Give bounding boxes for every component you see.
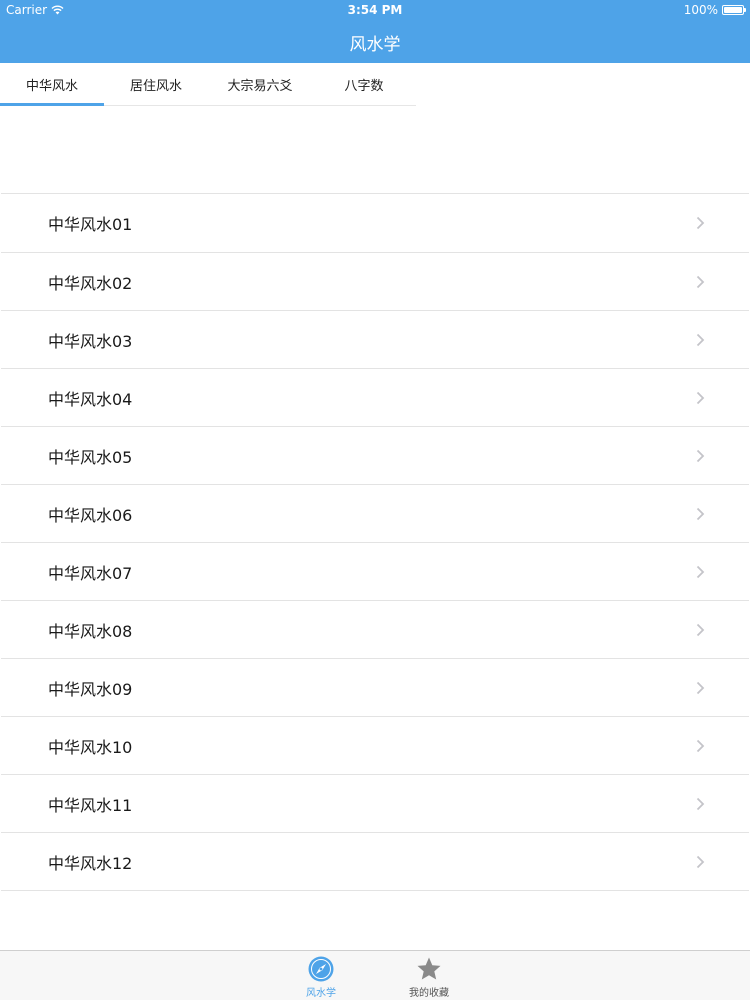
list-item-label: 中华风水03 [48, 331, 133, 351]
list-item[interactable]: 中华风水06 [1, 485, 749, 543]
tab-bazi-shu[interactable]: 八字数 [312, 63, 416, 105]
tab-dazong-yi-liuyao[interactable]: 大宗易六爻 [208, 63, 312, 105]
app-screen: Carrier 3:54 PM 100% 风水学 中华风水 居住风水 大宗易六爻… [0, 0, 750, 1000]
tab-label: 中华风水 [25, 78, 78, 94]
list-item[interactable]: 中华风水02 [1, 253, 749, 311]
navigation-bar: Carrier 3:54 PM 100% 风水学 [0, 0, 750, 63]
list-item-label: 中华风水02 [48, 273, 133, 293]
chevron-right-icon [696, 565, 705, 578]
tab-zhonghua-fengshui[interactable]: 中华风水 [0, 63, 104, 106]
tabbar-item-favorites[interactable]: 我的收藏 [389, 955, 469, 999]
chevron-right-icon [696, 739, 705, 752]
list-item[interactable]: 中华风水05 [1, 427, 749, 485]
star-icon [417, 957, 441, 980]
status-time: 3:54 PM [347, 3, 403, 17]
list-item-label: 中华风水07 [48, 563, 133, 583]
chevron-right-icon [696, 275, 705, 288]
list-item-label: 中华风水11 [48, 795, 133, 815]
bottom-tab-bar: 风水学 我的收藏 [0, 950, 750, 1000]
chevron-right-icon [696, 391, 705, 404]
tab-juzhu-fengshui[interactable]: 居住风水 [104, 63, 208, 105]
list-item-label: 中华风水01 [48, 215, 133, 234]
list-item-label: 中华风水09 [48, 679, 133, 699]
tabbar-label: 风水学 [306, 988, 336, 999]
list-item-label: 中华风水06 [48, 505, 133, 525]
list-item-label: 中华风水05 [48, 447, 133, 467]
status-bar: Carrier 3:54 PM 100% [0, 0, 750, 20]
list-item-label: 中华风水12 [48, 853, 133, 873]
tab-label: 大宗易六爻 [227, 78, 293, 94]
chevron-right-icon [696, 216, 705, 230]
battery-level [724, 7, 742, 13]
battery-icon [722, 5, 746, 15]
compass-icon [308, 956, 334, 982]
list-item-label: 中华风水04 [48, 389, 133, 409]
chevron-right-icon [696, 855, 705, 868]
battery-percent: 100% [683, 3, 718, 17]
list-item-label: 中华风水08 [48, 621, 133, 641]
tabbar-item-fengshui[interactable]: 风水学 [281, 955, 361, 999]
page-title: 风水学 [349, 35, 401, 55]
list-item-label: 中华风水10 [48, 737, 133, 757]
list-item[interactable]: 中华风水01 [1, 194, 749, 253]
chevron-right-icon [696, 507, 705, 520]
chevron-right-icon [696, 333, 705, 346]
list-item[interactable]: 中华风水04 [1, 369, 749, 427]
category-tabs: 中华风水 居住风水 大宗易六爻 八字数 [0, 63, 416, 106]
chevron-right-icon [696, 623, 705, 636]
list-item[interactable]: 中华风水11 [1, 775, 749, 833]
chevron-right-icon [696, 797, 705, 810]
chevron-right-icon [696, 449, 705, 462]
status-right: 100% [683, 3, 746, 17]
list-item[interactable]: 中华风水10 [1, 717, 749, 775]
list-item[interactable]: 中华风水09 [1, 659, 749, 717]
list-item[interactable]: 中华风水08 [1, 601, 749, 659]
tab-label: 居住风水 [129, 78, 182, 94]
tab-label: 八字数 [344, 78, 384, 94]
chevron-right-icon [696, 681, 705, 694]
article-list: 中华风水01 中华风水02 中华风水03 中华风水04 中华风水05 中华风水0… [1, 193, 749, 891]
list-item[interactable]: 中华风水07 [1, 543, 749, 601]
list-item[interactable]: 中华风水12 [1, 833, 749, 891]
tabbar-label: 我的收藏 [409, 988, 449, 999]
list-item[interactable]: 中华风水03 [1, 311, 749, 369]
